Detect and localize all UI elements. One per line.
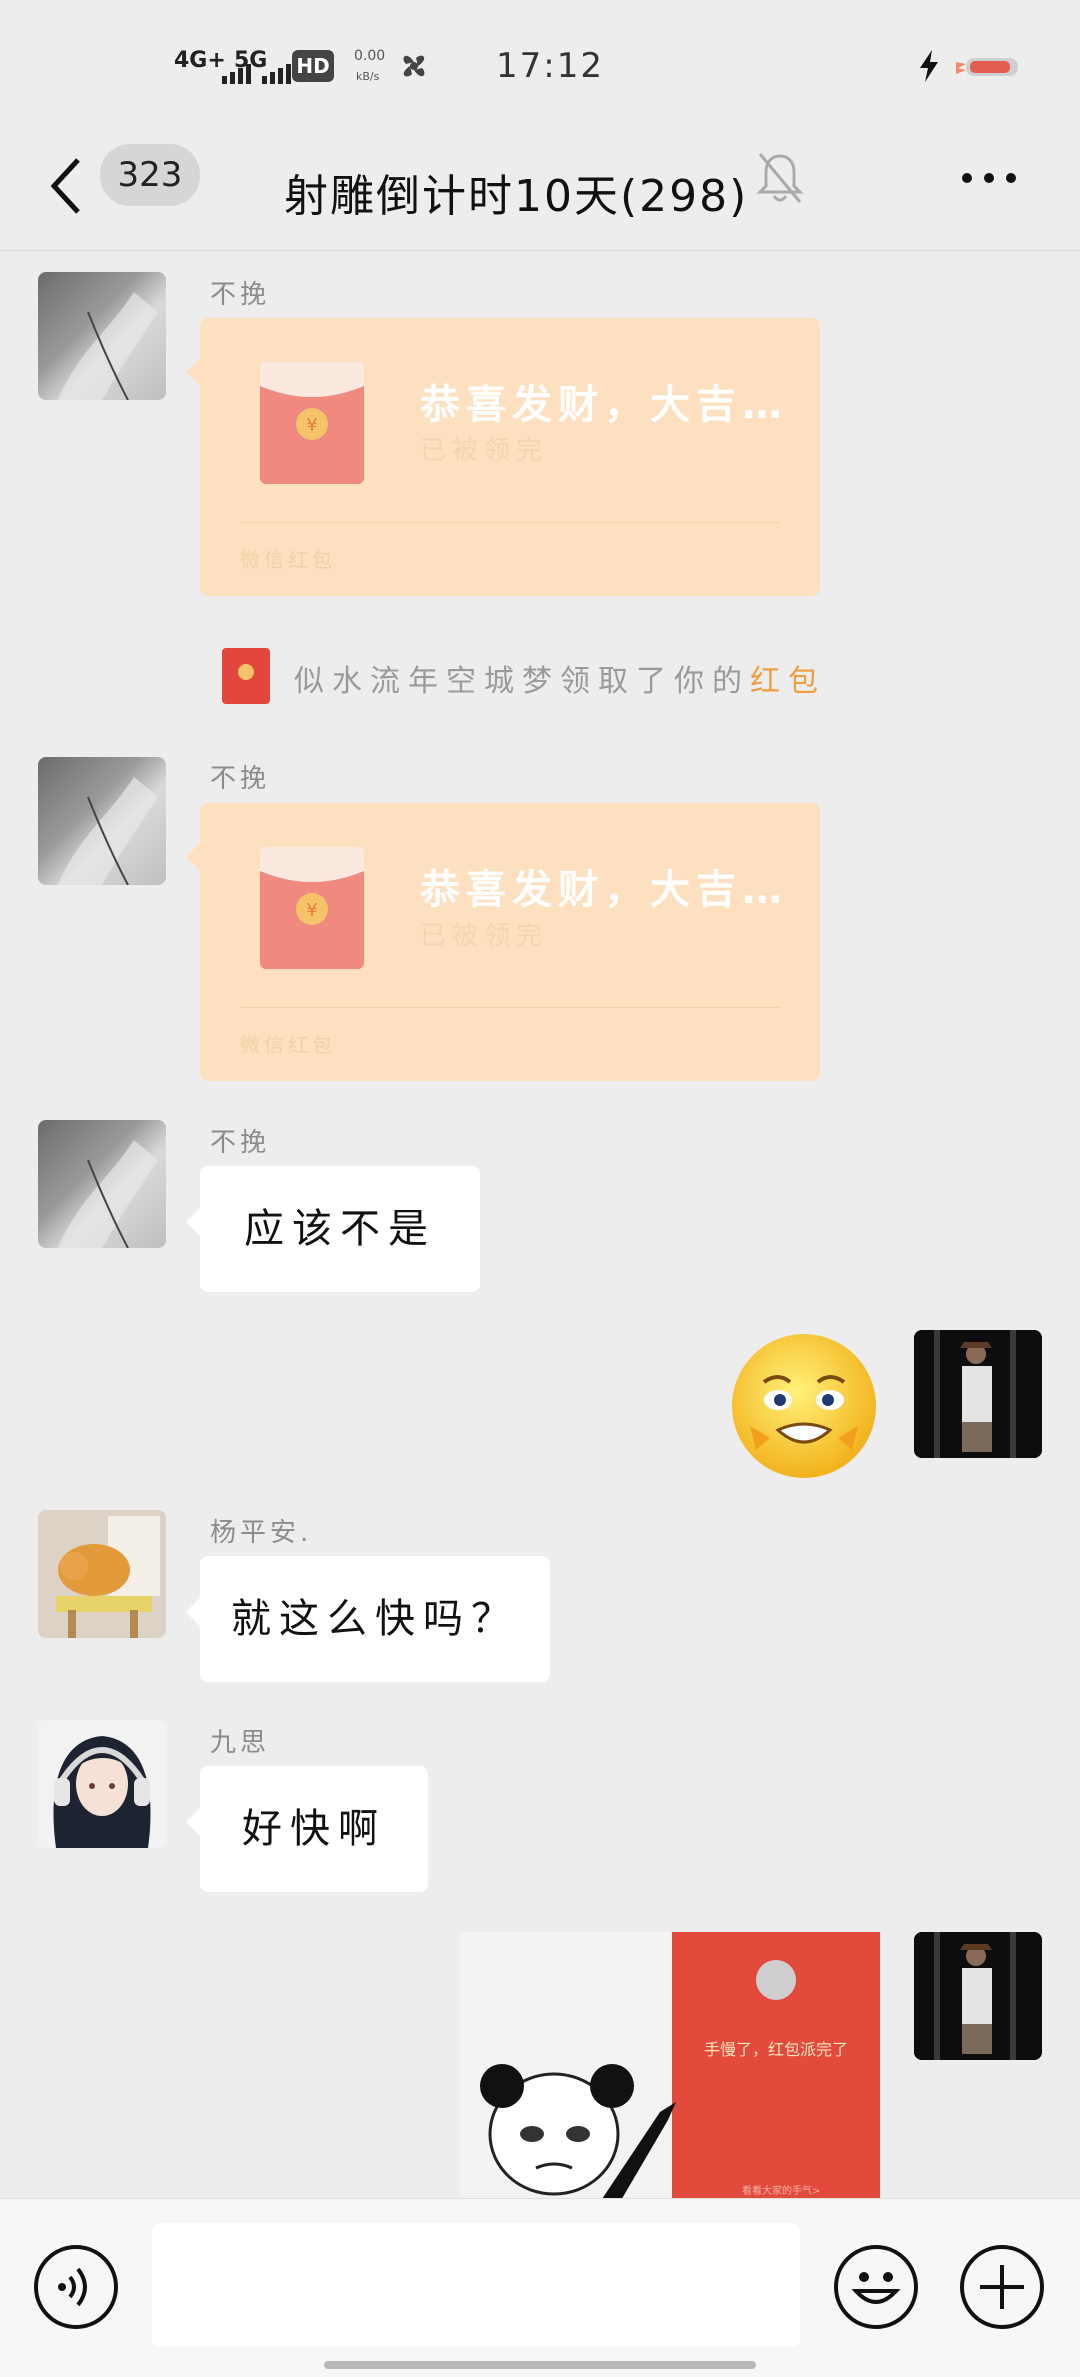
avatar[interactable] (38, 1120, 166, 1248)
red-packet-message[interactable]: ¥ 恭喜发财，大吉… 已被领完 微信红包 (186, 803, 820, 1081)
divider (240, 1007, 780, 1008)
sender-name: 九思 (210, 1728, 271, 1758)
avatar[interactable] (38, 272, 166, 400)
sender-name: 不挽 (210, 1128, 271, 1158)
divider (240, 522, 780, 523)
hd-badge: HD (292, 50, 334, 82)
more-options-icon[interactable] (960, 170, 1018, 189)
red-packet-message[interactable]: ¥ 恭喜发财，大吉… 已被领完 微信红包 (186, 318, 820, 596)
plus-icon[interactable] (960, 2245, 1044, 2329)
my-avatar[interactable] (914, 1330, 1042, 1458)
image-small-avatar (756, 1960, 796, 2000)
system-message-text: 似水流年空城梦领取了你的 (294, 664, 750, 699)
chat-header: 323 射雕倒计时10天(298) (0, 130, 1080, 251)
image-message[interactable]: 手慢了，红包派完了 看看大家的手气> (460, 1932, 880, 2198)
status-time: 17:12 (496, 46, 604, 86)
red-envelope-icon: ¥ (260, 841, 364, 973)
panda-meme (480, 2042, 740, 2198)
back-arrow-icon[interactable] (48, 156, 84, 220)
home-indicator[interactable] (324, 2361, 756, 2369)
network-4g-label: 4G+ (174, 48, 226, 73)
red-packet-footer: 微信红包 (240, 1033, 336, 1057)
red-packet-status: 已被领完 (420, 921, 549, 951)
red-packet-title: 恭喜发财，大吉… (420, 382, 788, 428)
avatar[interactable] (38, 1720, 166, 1848)
red-envelope-icon: ¥ (260, 356, 364, 488)
message-bubble[interactable]: 应该不是 (186, 1166, 480, 1292)
voice-icon[interactable] (34, 2245, 118, 2329)
input-bar (0, 2198, 1080, 2377)
mute-bell-icon (756, 150, 804, 210)
red-packet-title: 恭喜发财，大吉… (420, 867, 788, 913)
svg-text:¥: ¥ (306, 900, 317, 921)
my-avatar[interactable] (914, 1932, 1042, 2060)
message-bubble[interactable]: 就这么快吗？ (186, 1556, 550, 1682)
red-packet-small-icon (222, 648, 270, 708)
speed-unit: kB/s (356, 70, 380, 83)
emoji-sticker[interactable] (726, 1330, 882, 1484)
fan-icon (396, 48, 432, 88)
system-message: 似水流年空城梦领取了你的红包 (294, 656, 826, 700)
red-packet-link[interactable]: 红包 (750, 664, 826, 699)
svg-text:¥: ¥ (306, 415, 317, 436)
sender-name: 不挽 (210, 764, 271, 794)
charging-icon (918, 50, 940, 86)
red-packet-status: 已被领完 (420, 436, 549, 466)
avatar[interactable] (38, 757, 166, 885)
group-title: 射雕倒计时10天(298) (284, 171, 749, 222)
emoji-icon[interactable] (834, 2245, 918, 2329)
status-bar: 4G+ 5G HD 0.00 kB/s 17:12 (0, 0, 1080, 130)
red-packet-footer: 微信红包 (240, 548, 336, 572)
speed-value: 0.00 (354, 48, 386, 64)
avatar[interactable] (38, 1510, 166, 1638)
message-bubble[interactable]: 好快啊 (186, 1766, 428, 1892)
unread-count-badge[interactable]: 323 (100, 144, 200, 206)
sender-name: 杨平安. (210, 1518, 313, 1548)
image-small-text: 看看大家的手气> (742, 2186, 821, 2197)
battery-rocket-icon (956, 50, 1022, 86)
sender-name: 不挽 (210, 280, 271, 310)
message-input[interactable] (152, 2223, 800, 2347)
